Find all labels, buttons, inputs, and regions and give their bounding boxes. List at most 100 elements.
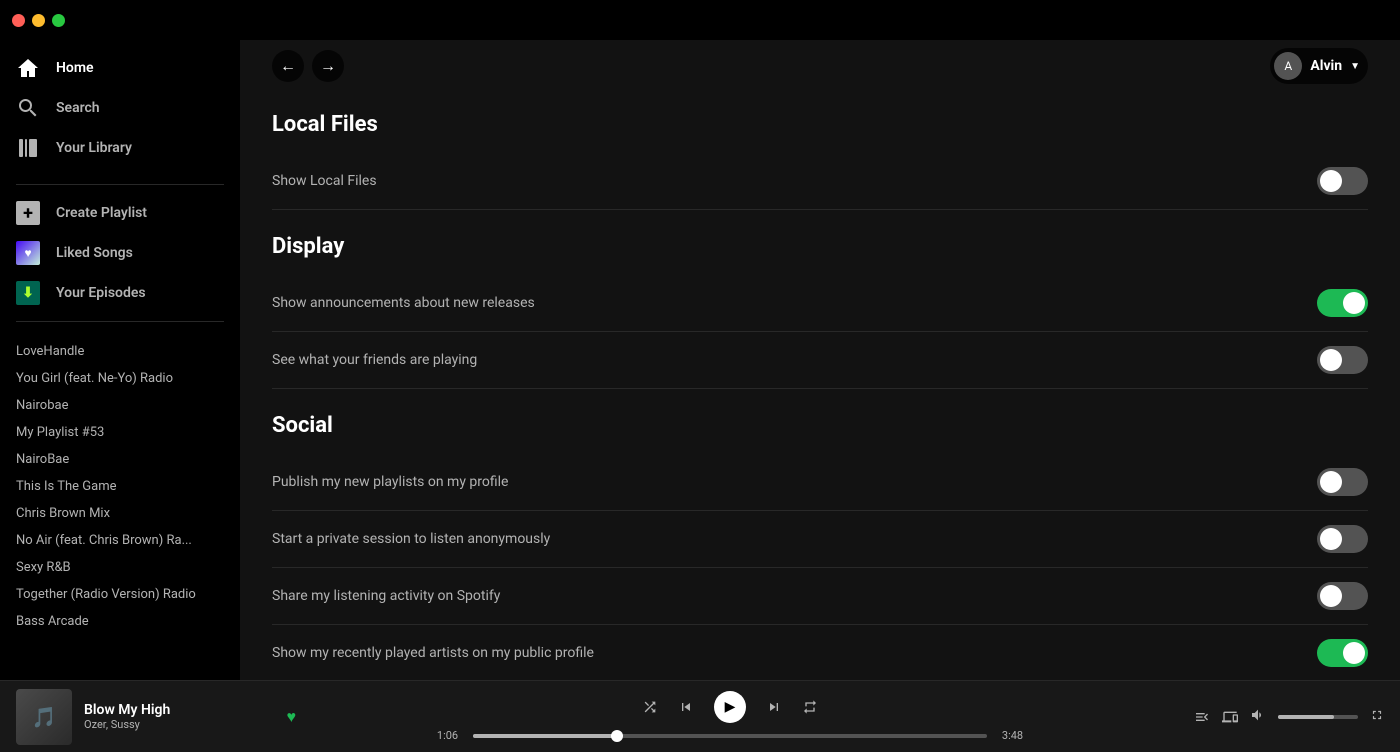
player-controls: ▶ 1:06 3:48 xyxy=(296,691,1164,742)
setting-row: Start a private session to listen anonym… xyxy=(272,511,1368,568)
setting-row: See what your friends are playing xyxy=(272,332,1368,389)
track-title: Blow My High xyxy=(84,702,275,718)
create-playlist-label: Create Playlist xyxy=(56,205,147,221)
list-item[interactable]: NairoBae xyxy=(0,446,240,473)
forward-icon: → xyxy=(320,56,336,76)
setting-label: Show announcements about new releases xyxy=(272,295,535,311)
setting-label: Show my recently played artists on my pu… xyxy=(272,645,594,661)
close-button[interactable] xyxy=(12,14,25,27)
toggle-knob xyxy=(1320,528,1342,550)
user-name: Alvin xyxy=(1310,58,1342,74)
bookmark-icon: ⬇ xyxy=(16,281,40,305)
app-layout: Home Search Your Libra xyxy=(0,40,1400,752)
player-bar: 🎵 Blow My High Ozer, Sussy ♥ ▶ xyxy=(0,680,1400,752)
forward-button[interactable]: → xyxy=(312,50,344,82)
home-icon xyxy=(16,56,40,80)
setting-row: Show announcements about new releases xyxy=(272,275,1368,332)
chevron-down-icon: ▼ xyxy=(1350,61,1360,72)
track-info: Blow My High Ozer, Sussy xyxy=(84,702,275,731)
sidebar-nav: Home Search Your Libra xyxy=(0,40,240,176)
list-item[interactable]: LoveHandle xyxy=(0,338,240,365)
toggle-publish-playlists[interactable] xyxy=(1317,468,1368,496)
track-thumb-inner: 🎵 xyxy=(16,689,72,745)
sidebar-item-label: Search xyxy=(56,100,100,116)
liked-songs-button[interactable]: ♥ Liked Songs xyxy=(0,233,240,273)
like-button[interactable]: ♥ xyxy=(287,707,297,727)
track-thumb-icon: 🎵 xyxy=(32,705,57,729)
play-pause-button[interactable]: ▶ xyxy=(714,691,746,723)
list-item[interactable]: My Playlist #53 xyxy=(0,419,240,446)
create-playlist-button[interactable]: + Create Playlist xyxy=(0,193,240,233)
sidebar-item-label: Home xyxy=(56,60,94,76)
toggle-show-local-files[interactable] xyxy=(1317,167,1368,195)
devices-icon[interactable] xyxy=(1222,709,1238,725)
queue-icon[interactable] xyxy=(1194,709,1210,725)
sidebar-divider xyxy=(16,184,224,185)
sidebar-item-library[interactable]: Your Library xyxy=(0,128,240,168)
toggle-private-session[interactable] xyxy=(1317,525,1368,553)
main-content: ← → A Alvin ▼ Local Files Show Local Fil xyxy=(240,40,1400,752)
user-menu[interactable]: A Alvin ▼ xyxy=(1270,48,1368,84)
toggle-share-listening[interactable] xyxy=(1317,582,1368,610)
setting-label: Start a private session to listen anonym… xyxy=(272,531,550,547)
progress-bar[interactable] xyxy=(473,734,987,738)
volume-bar[interactable] xyxy=(1278,715,1358,719)
progress-fill xyxy=(473,734,617,738)
search-icon xyxy=(16,96,40,120)
toggle-recent-artists[interactable] xyxy=(1317,639,1368,667)
titlebar xyxy=(0,0,1400,40)
toggle-knob xyxy=(1320,170,1342,192)
toggle-knob xyxy=(1343,292,1365,314)
volume-fill xyxy=(1278,715,1334,719)
display-section: Display Show announcements about new rel… xyxy=(272,234,1368,389)
window-controls xyxy=(12,14,65,27)
sidebar-item-home[interactable]: Home xyxy=(0,48,240,88)
list-item[interactable]: Chris Brown Mix xyxy=(0,500,240,527)
track-artist: Ozer, Sussy xyxy=(84,718,275,731)
toggle-knob xyxy=(1320,349,1342,371)
list-item[interactable]: Nairobae xyxy=(0,392,240,419)
maximize-button[interactable] xyxy=(52,14,65,27)
avatar: A xyxy=(1274,52,1302,80)
toggle-knob xyxy=(1343,642,1365,664)
liked-songs-label: Liked Songs xyxy=(56,245,133,261)
play-icon: ▶ xyxy=(725,699,736,715)
nav-arrows: ← → xyxy=(272,50,344,82)
control-buttons: ▶ xyxy=(642,691,818,723)
back-button[interactable]: ← xyxy=(272,50,304,82)
your-episodes-button[interactable]: ⬇ Your Episodes xyxy=(0,273,240,313)
social-section: Social Publish my new playlists on my pr… xyxy=(272,413,1368,682)
plus-icon: + xyxy=(16,201,40,225)
section-title-display: Display xyxy=(272,234,1368,259)
progress-knob xyxy=(611,730,623,742)
previous-button[interactable] xyxy=(678,699,694,715)
minimize-button[interactable] xyxy=(32,14,45,27)
section-title-social: Social xyxy=(272,413,1368,438)
list-item[interactable]: No Air (feat. Chris Brown) Ra... xyxy=(0,527,240,554)
toggle-announcements[interactable] xyxy=(1317,289,1368,317)
setting-label: Publish my new playlists on my profile xyxy=(272,474,508,490)
track-thumbnail: 🎵 xyxy=(16,689,72,745)
setting-label: Share my listening activity on Spotify xyxy=(272,588,500,604)
setting-row: Publish my new playlists on my profile xyxy=(272,454,1368,511)
sidebar-divider-2 xyxy=(16,321,224,322)
settings-content: Local Files Show Local Files Display Sho… xyxy=(272,112,1368,752)
list-item[interactable]: Sexy R&B xyxy=(0,554,240,581)
list-item[interactable]: You Girl (feat. Ne-Yo) Radio xyxy=(0,365,240,392)
volume-icon[interactable] xyxy=(1250,707,1266,727)
setting-label: Show Local Files xyxy=(272,173,377,189)
toggle-knob xyxy=(1320,471,1342,493)
fullscreen-button[interactable] xyxy=(1370,708,1384,726)
list-item[interactable]: Bass Arcade xyxy=(0,608,240,635)
toggle-knob xyxy=(1320,585,1342,607)
list-item[interactable]: This Is The Game xyxy=(0,473,240,500)
local-files-section: Local Files Show Local Files xyxy=(272,112,1368,210)
progress-area: 1:06 3:48 xyxy=(430,729,1030,742)
setting-row: Show Local Files xyxy=(272,153,1368,210)
repeat-button[interactable] xyxy=(802,699,818,715)
sidebar-item-search[interactable]: Search xyxy=(0,88,240,128)
next-button[interactable] xyxy=(766,699,782,715)
list-item[interactable]: Together (Radio Version) Radio xyxy=(0,581,240,608)
toggle-friends-playing[interactable] xyxy=(1317,346,1368,374)
shuffle-button[interactable] xyxy=(642,699,658,715)
